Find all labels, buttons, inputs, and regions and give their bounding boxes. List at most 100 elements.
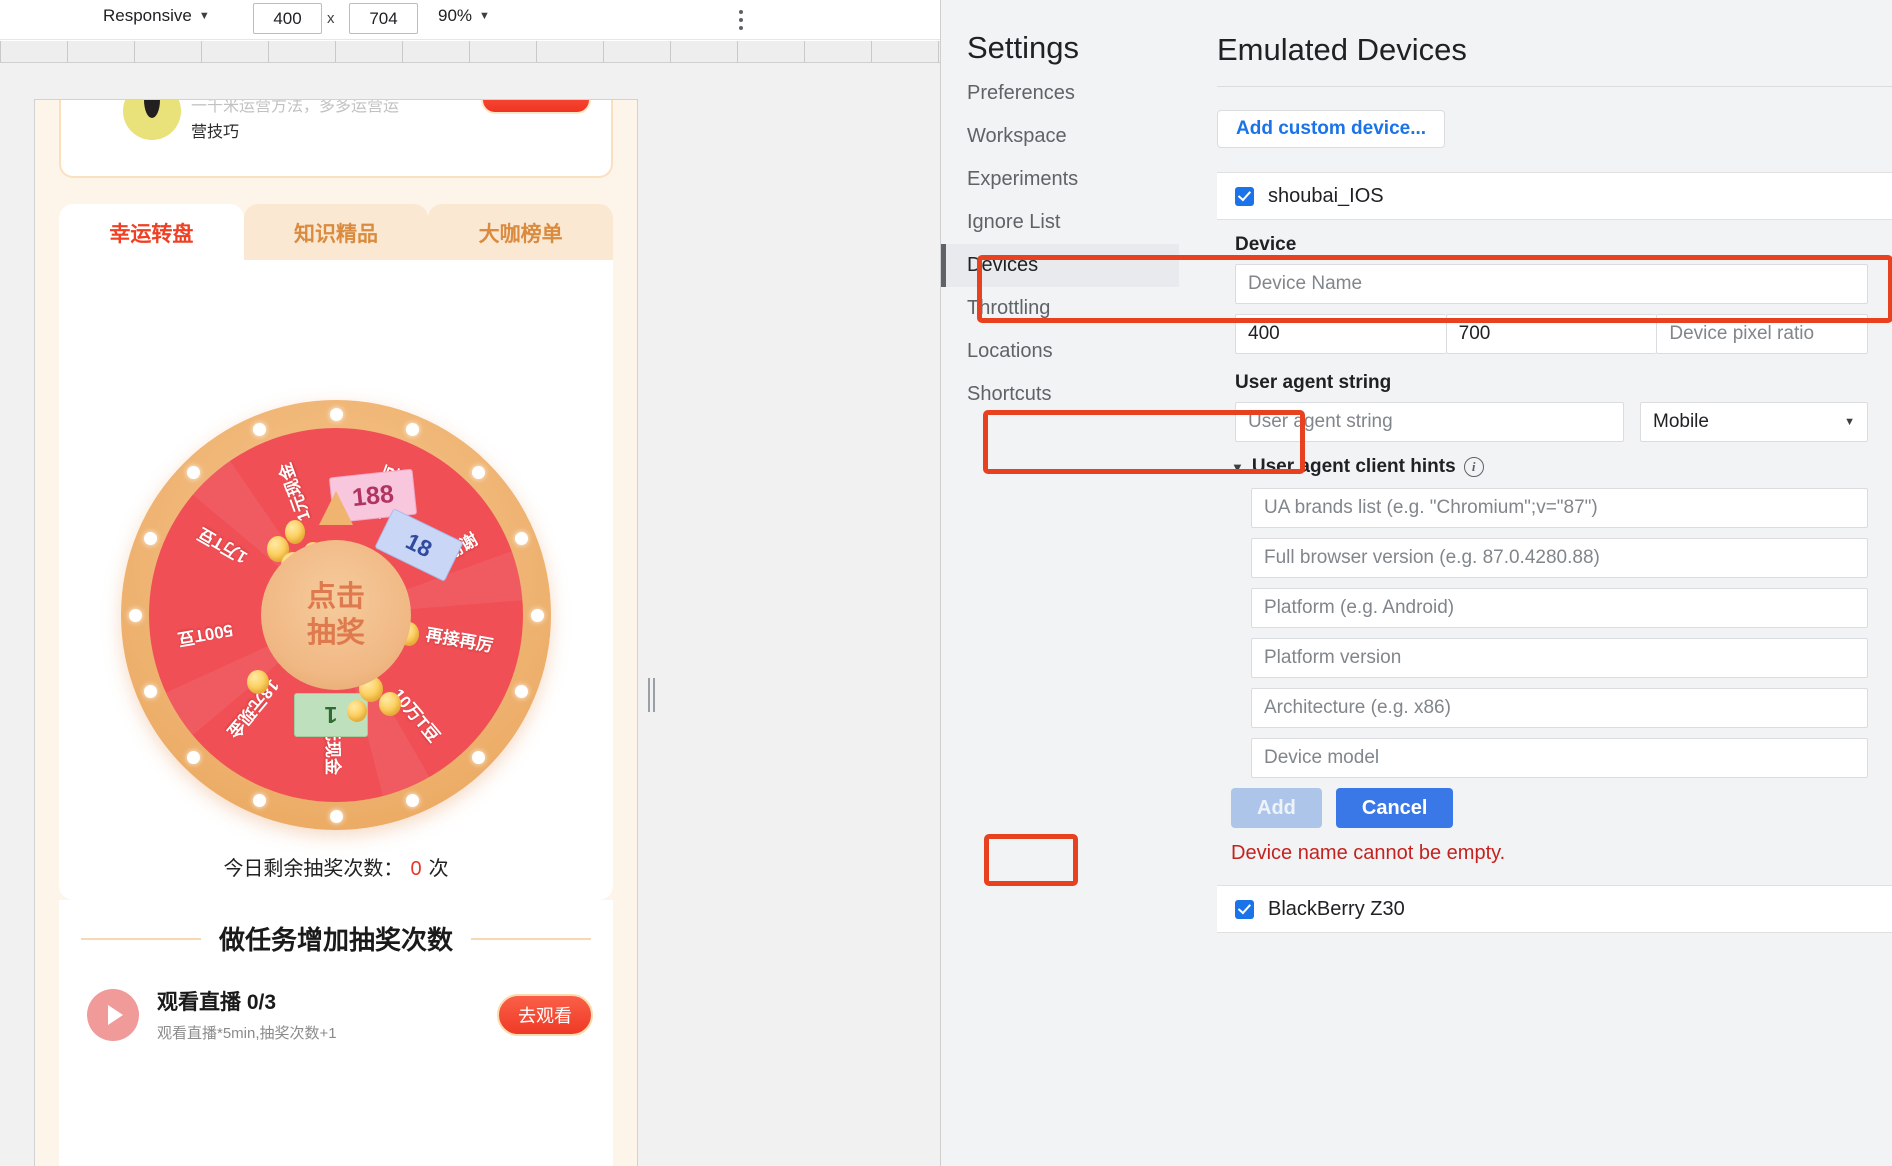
task-name: 观看直播 0/3 <box>157 991 277 1014</box>
ruler-tick <box>603 41 604 63</box>
tab-knowledge[interactable]: 知识精品 <box>243 204 429 262</box>
viewport-area: 一千米运营方法，多多运营运 营技巧 幸运转盘 知识精品 大咖榜单 18元现金 5… <box>0 63 940 1166</box>
device-model-input[interactable]: Device model <box>1251 738 1868 778</box>
ruler-tick <box>737 41 738 63</box>
wheel-spin-button[interactable]: 点击 抽奖 <box>261 540 411 690</box>
task-desc: 观看直播*5min,抽奖次数+1 <box>157 1025 337 1042</box>
zoom-dropdown[interactable]: 90% ▼ <box>438 6 490 26</box>
checkbox-icon[interactable] <box>1235 899 1254 919</box>
wheel-bulb-icon <box>329 407 343 421</box>
tab-ranking[interactable]: 大咖榜单 <box>428 204 614 262</box>
ua-brands-list-input[interactable]: UA brands list (e.g. "Chromium";v="87") <box>1251 488 1868 528</box>
divider-left <box>80 937 201 940</box>
spin-line-2: 抽奖 <box>306 617 365 649</box>
play-icon <box>87 988 139 1041</box>
sidebar-item-experiments[interactable]: Experiments <box>941 158 1179 201</box>
dimension-separator: x <box>327 10 335 27</box>
sidebar-item-label: Ignore List <box>967 211 1061 233</box>
sidebar-item-label: Experiments <box>967 168 1079 190</box>
viewport-ruler <box>0 41 940 63</box>
client-hints-fields: UA brands list (e.g. "Chromium";v="87") … <box>1251 488 1868 778</box>
settings-dialog: Settings Preferences Workspace Experimen… <box>940 0 1892 1166</box>
wheel-bulb-icon <box>329 809 343 823</box>
ruler-tick <box>670 41 671 63</box>
device-row-blackberry-z30[interactable]: BlackBerry Z30 <box>1217 885 1892 933</box>
promo-button[interactable] <box>481 100 591 114</box>
sidebar-item-ignore-list[interactable]: Ignore List <box>941 201 1179 244</box>
wheel-bulb-icon <box>515 685 529 699</box>
wheel-bulb-icon <box>471 750 485 764</box>
user-agent-row: User agent string Mobile ▼ <box>1235 402 1868 442</box>
task-action-button[interactable]: 去观看 <box>497 993 593 1036</box>
viewport-height-input[interactable]: 704 <box>349 3 418 34</box>
more-options-icon[interactable] <box>732 7 750 33</box>
client-hints-label: User agent client hints <box>1251 456 1456 477</box>
sidebar-item-throttling[interactable]: Throttling <box>941 287 1179 330</box>
error-message: Device name cannot be empty. <box>1231 842 1506 864</box>
add-button[interactable]: Add <box>1231 788 1322 828</box>
settings-sidebar: Settings Preferences Workspace Experimen… <box>941 0 1179 1166</box>
info-icon[interactable]: i <box>1463 457 1484 477</box>
platform-input[interactable]: Platform (e.g. Android) <box>1251 588 1868 628</box>
sidebar-item-workspace[interactable]: Workspace <box>941 115 1179 158</box>
device-name-input[interactable]: Device Name <box>1235 264 1868 304</box>
viewport-width-input[interactable]: 400 <box>253 3 322 34</box>
wheel-bulb-icon <box>252 422 266 436</box>
content-tabs: 幸运转盘 知识精品 大咖榜单 <box>59 204 614 262</box>
emulated-viewport[interactable]: 一千米运营方法，多多运营运 营技巧 幸运转盘 知识精品 大咖榜单 18元现金 5… <box>34 99 638 1166</box>
remaining-label: 今日剩余抽奖次数： <box>223 858 404 880</box>
device-emulation-pane: Responsive ▼ 400 x 704 90% ▼ 一千米运营方法，多多运… <box>0 0 940 1166</box>
architecture-input[interactable]: Architecture (e.g. x86) <box>1251 688 1868 728</box>
lucky-wheel[interactable]: 188元现金18元现金500T豆1万T豆1元现金100T豆谢谢再接再厉10万T豆… <box>121 400 551 830</box>
device-preset-dropdown[interactable]: Responsive ▼ <box>103 6 210 26</box>
device-row-shoubai-ios[interactable]: shoubai_IOS <box>1217 172 1892 220</box>
device-editor: Device Device Name 400 700 Device pixel … <box>1217 220 1892 885</box>
tab-lucky-wheel[interactable]: 幸运转盘 <box>59 204 244 262</box>
sidebar-item-label: Throttling <box>967 297 1051 319</box>
full-browser-version-input[interactable]: Full browser version (e.g. 87.0.4280.88) <box>1251 538 1868 578</box>
ruler-tick <box>67 41 68 63</box>
triangle-down-icon: ▼ <box>1231 459 1244 475</box>
task-title-row: 做任务增加抽奖次数 <box>59 920 613 957</box>
wheel-bulb-icon <box>143 531 157 545</box>
divider <box>1217 86 1892 87</box>
wheel-bulb-icon <box>406 794 420 808</box>
cancel-button[interactable]: Cancel <box>1335 788 1454 828</box>
task-section: 做任务增加抽奖次数 观看直播 0/3 观看直播*5min,抽奖次数+1 去观看 <box>59 900 613 1166</box>
promo-text: 一千米运营方法，多多运营运 营技巧 <box>191 100 491 146</box>
panel-resize-handle[interactable] <box>645 677 657 713</box>
ruler-tick <box>804 41 805 63</box>
sidebar-item-shortcuts[interactable]: Shortcuts <box>941 373 1179 416</box>
emulated-devices-list: shoubai_IOS Device Device Name 400 700 D… <box>1217 172 1892 1166</box>
wheel-bulb-icon <box>187 750 201 764</box>
sidebar-item-label: Devices <box>967 254 1039 276</box>
wheel-bulb-icon <box>128 608 142 622</box>
device-name-label: shoubai_IOS <box>1268 184 1384 207</box>
promo-card[interactable]: 一千米运营方法，多多运营运 营技巧 <box>59 100 613 178</box>
platform-version-input[interactable]: Platform version <box>1251 638 1868 678</box>
user-agent-string-input[interactable]: User agent string <box>1235 402 1624 442</box>
add-custom-device-button[interactable]: Add custom device... <box>1217 110 1446 148</box>
client-hints-header[interactable]: ▼ User agent client hints i <box>1231 456 1868 478</box>
sidebar-item-preferences[interactable]: Preferences <box>941 72 1179 115</box>
ruler-tick <box>938 41 939 63</box>
sidebar-item-label: Workspace <box>967 125 1067 147</box>
avatar <box>123 100 181 140</box>
wheel-bulb-icon <box>143 685 157 699</box>
device-width-input[interactable]: 400 <box>1235 314 1446 354</box>
chevron-down-icon: ▼ <box>479 10 490 22</box>
wheel-bulb-icon <box>252 794 266 808</box>
device-height-input[interactable]: 700 <box>1445 314 1657 354</box>
viewport-width-value: 400 <box>273 8 302 28</box>
ruler-tick <box>335 41 336 63</box>
ruler-tick <box>536 41 537 63</box>
ruler-tick <box>871 41 872 63</box>
wheel-pointer-icon <box>319 491 353 525</box>
remaining-unit: 次 <box>428 858 449 880</box>
checkbox-icon[interactable] <box>1235 186 1254 206</box>
task-row[interactable]: 观看直播 0/3 观看直播*5min,抽奖次数+1 去观看 <box>87 986 593 1043</box>
user-agent-type-select[interactable]: Mobile ▼ <box>1640 402 1868 442</box>
device-pixel-ratio-input[interactable]: Device pixel ratio <box>1656 314 1869 354</box>
sidebar-item-devices[interactable]: Devices <box>941 244 1179 287</box>
sidebar-item-locations[interactable]: Locations <box>941 330 1179 373</box>
